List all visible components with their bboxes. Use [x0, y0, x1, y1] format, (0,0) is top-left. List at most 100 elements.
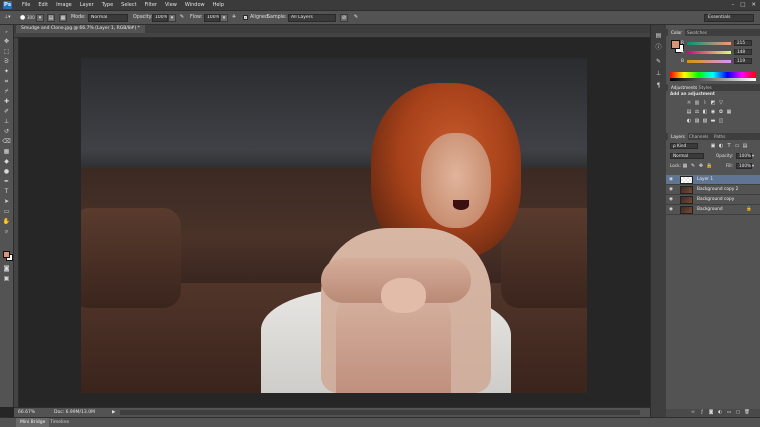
canvas-area[interactable] — [19, 38, 650, 407]
toolbox-collapse-icon[interactable]: » — [2, 28, 11, 36]
workspace-switcher[interactable]: Essentials — [704, 14, 754, 22]
menu-image[interactable]: Image — [52, 0, 76, 10]
menu-select[interactable]: Select — [117, 0, 140, 10]
black-white-icon[interactable]: ◧ — [702, 109, 708, 115]
brush-panel-icon[interactable]: ✎ — [654, 57, 663, 66]
menu-filter[interactable]: Filter — [141, 0, 161, 10]
filter-adjustment-icon[interactable]: ◐ — [718, 143, 724, 149]
brush-picker-button[interactable]: ▾ — [36, 14, 44, 22]
tab-layers[interactable]: Layers — [668, 133, 688, 140]
new-adjustment-layer-icon[interactable]: ◐ — [717, 410, 723, 416]
brush-tool-icon[interactable]: ✐ — [2, 108, 11, 116]
clone-stamp-tool-icon[interactable]: ⊥▾ — [4, 13, 11, 23]
new-group-icon[interactable]: ▭ — [726, 410, 732, 416]
horizontal-scrollbar[interactable] — [120, 410, 640, 415]
pen-tool-icon[interactable]: ✒ — [2, 178, 11, 186]
add-mask-icon[interactable]: ◙ — [708, 410, 714, 416]
document-image[interactable] — [81, 58, 587, 393]
blue-value-field[interactable]: 119 — [734, 58, 752, 64]
flow-dropdown-icon[interactable]: ▾ — [220, 14, 228, 22]
menu-window[interactable]: Window — [181, 0, 209, 10]
brush-preset-icon[interactable]: ● — [20, 13, 25, 23]
tab-timeline[interactable]: Timeline — [46, 418, 73, 427]
layer-opacity-dropdown-icon[interactable]: ▾ — [752, 153, 754, 159]
blue-slider[interactable] — [687, 60, 731, 63]
layer-filter-select[interactable]: ρ Kind — [670, 143, 698, 149]
hue-saturation-icon[interactable]: ▤ — [686, 109, 692, 115]
eyedropper-tool-icon[interactable]: ⌿ — [2, 88, 11, 96]
gradient-tool-icon[interactable]: ▦ — [2, 148, 11, 156]
green-value-field[interactable]: 148 — [734, 49, 752, 55]
posterize-icon[interactable]: ▨ — [694, 118, 700, 124]
layer-name[interactable]: Background — [697, 205, 723, 215]
screen-mode-icon[interactable]: ▣ — [2, 275, 11, 283]
invert-icon[interactable]: ◐ — [686, 118, 692, 124]
quick-mask-icon[interactable]: ◙ — [2, 265, 11, 273]
toggle-brush-panel-icon[interactable]: ▤ — [47, 14, 55, 22]
opacity-field[interactable]: 100% — [152, 14, 168, 22]
layer-row[interactable]: ◉ Background copy 2 — [666, 185, 760, 195]
opacity-dropdown-icon[interactable]: ▾ — [168, 14, 176, 22]
filter-pixel-icon[interactable]: ▣ — [710, 143, 716, 149]
marquee-tool-icon[interactable]: ⬚ — [2, 48, 11, 56]
selective-color-icon[interactable]: ◫ — [718, 118, 724, 124]
foreground-color-swatch[interactable] — [3, 251, 10, 258]
tab-mini-bridge[interactable]: Mini Bridge — [16, 418, 50, 427]
ignore-adjustment-layers-icon[interactable]: ⊘ — [340, 14, 348, 22]
levels-icon[interactable]: ▥ — [694, 100, 700, 106]
zoom-level[interactable]: 66.67% — [18, 408, 35, 417]
properties-panel-icon[interactable]: ⓘ — [654, 43, 663, 52]
pressure-size-icon[interactable]: ✎ — [352, 14, 360, 22]
menu-file[interactable]: File — [18, 0, 34, 10]
color-foreground-swatch[interactable] — [671, 40, 680, 49]
color-balance-icon[interactable]: ⚖ — [694, 109, 700, 115]
document-tab[interactable]: Smudge and Clone.jpg @ 66.7% (Layer 1, R… — [16, 25, 145, 33]
toggle-clone-source-icon[interactable]: ▦ — [59, 14, 67, 22]
lasso-tool-icon[interactable]: ᘐ — [2, 58, 11, 66]
crop-tool-icon[interactable]: ⌗ — [2, 78, 11, 86]
exposure-icon[interactable]: ◩ — [710, 100, 716, 106]
color-lookup-icon[interactable]: ▦ — [726, 109, 732, 115]
dodge-tool-icon[interactable]: ● — [2, 168, 11, 176]
filter-smart-object-icon[interactable]: ▤ — [742, 143, 748, 149]
curves-icon[interactable]: ⌇ — [702, 100, 708, 106]
link-layers-icon[interactable]: ∞ — [690, 410, 696, 416]
tab-swatches[interactable]: Swatches — [684, 29, 710, 36]
lock-image-icon[interactable]: ✎ — [690, 163, 696, 169]
layer-row[interactable]: ◉ Layer 1 — [666, 175, 760, 185]
quick-select-tool-icon[interactable]: ✦ — [2, 68, 11, 76]
pressure-opacity-icon[interactable]: ✎ — [178, 14, 186, 22]
sample-select[interactable]: All Layers — [288, 14, 336, 22]
fill-field[interactable]: 100% — [736, 163, 752, 169]
menu-help[interactable]: Help — [209, 0, 228, 10]
fill-dropdown-icon[interactable]: ▾ — [752, 163, 754, 169]
menu-layer[interactable]: Layer — [76, 0, 98, 10]
rectangle-tool-icon[interactable]: ▭ — [2, 208, 11, 216]
menu-view[interactable]: View — [161, 0, 181, 10]
lock-transparent-icon[interactable]: ▦ — [682, 163, 688, 169]
clone-stamp-tool-icon[interactable]: ⊥ — [2, 118, 11, 126]
paragraph-panel-icon[interactable]: ¶ — [654, 81, 663, 90]
blur-tool-icon[interactable]: ◆ — [2, 158, 11, 166]
green-slider[interactable] — [687, 51, 731, 54]
visibility-eye-icon[interactable]: ◉ — [669, 207, 675, 213]
mode-select[interactable]: Normal — [88, 14, 128, 22]
tab-styles[interactable]: Styles — [696, 84, 715, 91]
filter-shape-icon[interactable]: ▭ — [734, 143, 740, 149]
layer-style-icon[interactable]: ƒ — [699, 410, 705, 416]
menu-type[interactable]: Type — [98, 0, 117, 10]
eraser-tool-icon[interactable]: ⌫ — [2, 138, 11, 146]
history-panel-icon[interactable]: ▤ — [654, 31, 663, 40]
red-slider[interactable] — [687, 42, 731, 45]
visibility-eye-icon[interactable]: ◉ — [669, 197, 675, 203]
layer-row[interactable]: ◉ Background copy — [666, 195, 760, 205]
gradient-map-icon[interactable]: ▬ — [710, 118, 716, 124]
clone-source-panel-icon[interactable]: ⊥ — [654, 69, 663, 78]
path-selection-tool-icon[interactable]: ➤ — [2, 198, 11, 206]
history-brush-tool-icon[interactable]: ↺ — [2, 128, 11, 136]
layer-row[interactable]: ◉ Background 🔒 — [666, 205, 760, 215]
minimize-button[interactable]: – — [731, 0, 734, 10]
layer-opacity-field[interactable]: 100% — [736, 153, 752, 159]
filter-type-icon[interactable]: T — [726, 143, 732, 149]
healing-brush-tool-icon[interactable]: ✚ — [2, 98, 11, 106]
